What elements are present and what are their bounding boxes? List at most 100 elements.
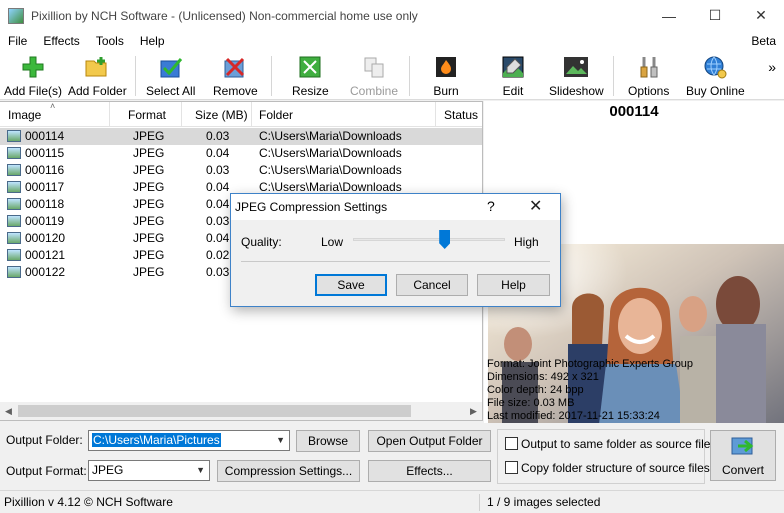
minimize-button[interactable]: — bbox=[646, 0, 692, 31]
file-list-header: Image ˄ Format Size (MB) Folder Status bbox=[0, 101, 482, 127]
image-file-icon bbox=[7, 249, 21, 261]
scroll-right-icon[interactable]: ▶ bbox=[465, 402, 482, 420]
toolbar: Add File(s) Add Folder Select All Remove… bbox=[0, 51, 784, 100]
add-folder-button[interactable]: Add Folder bbox=[68, 54, 127, 98]
column-header-status[interactable]: Status bbox=[436, 102, 482, 127]
buy-online-label: Buy Online bbox=[686, 84, 745, 98]
cell-image-name: 000116 bbox=[25, 163, 65, 177]
cell-size: 0.04 bbox=[206, 146, 230, 160]
resize-button[interactable]: Resize bbox=[292, 54, 329, 98]
cell-image-name: 000120 bbox=[25, 231, 66, 245]
help-button[interactable]: Help bbox=[477, 274, 550, 296]
close-button[interactable]: ✕ bbox=[738, 0, 784, 31]
edit-label: Edit bbox=[502, 84, 524, 98]
edit-button[interactable]: Edit bbox=[500, 54, 526, 98]
image-file-icon bbox=[7, 266, 21, 278]
cell-size: 0.03 bbox=[206, 163, 230, 177]
options-button[interactable]: Options bbox=[628, 54, 669, 98]
quality-low-label: Low bbox=[321, 235, 344, 249]
cell-size: 0.02 bbox=[206, 248, 230, 262]
cell-folder: C:\Users\Maria\Downloads bbox=[259, 129, 402, 143]
select-all-button[interactable]: Select All bbox=[146, 54, 195, 98]
burn-label: Burn bbox=[433, 84, 459, 98]
browse-button[interactable]: Browse bbox=[296, 430, 360, 452]
remove-label: Remove bbox=[213, 84, 258, 98]
cell-image-name: 000117 bbox=[25, 180, 65, 194]
slideshow-label: Slideshow bbox=[549, 84, 604, 98]
copy-structure-label[interactable]: Copy folder structure of source files bbox=[521, 461, 710, 475]
open-output-folder-button[interactable]: Open Output Folder bbox=[368, 430, 491, 452]
table-row[interactable]: 000114 JPEG 0.03 C:\Users\Maria\Downloads bbox=[0, 128, 482, 145]
same-folder-checkbox[interactable] bbox=[505, 437, 518, 450]
options-icon bbox=[636, 54, 662, 80]
info-file-size: File size: 0.03 MB bbox=[487, 397, 575, 409]
cell-image-name: 000122 bbox=[25, 265, 66, 279]
cancel-button[interactable]: Cancel bbox=[396, 274, 468, 296]
output-format-label: Output Format: bbox=[6, 464, 87, 478]
cell-size: 0.04 bbox=[206, 180, 230, 194]
image-file-icon bbox=[7, 181, 21, 193]
compression-settings-button[interactable]: Compression Settings... bbox=[217, 460, 360, 482]
toolbar-overflow-button[interactable]: » bbox=[768, 59, 776, 75]
menu-file[interactable]: File bbox=[0, 34, 35, 48]
remove-button[interactable]: Remove bbox=[213, 54, 258, 98]
scroll-left-icon[interactable]: ◀ bbox=[0, 402, 17, 420]
info-color-depth: Color depth: 24 bpp bbox=[487, 384, 584, 396]
buy-online-icon bbox=[702, 54, 728, 80]
resize-label: Resize bbox=[292, 84, 329, 98]
slideshow-button[interactable]: Slideshow bbox=[549, 54, 604, 98]
quality-slider-thumb[interactable] bbox=[439, 230, 451, 249]
copy-structure-checkbox[interactable] bbox=[505, 461, 518, 474]
maximize-button[interactable]: ☐ bbox=[692, 0, 738, 31]
same-folder-label[interactable]: Output to same folder as source files bbox=[521, 437, 716, 451]
dialog-close-icon[interactable]: ✕ bbox=[529, 196, 542, 216]
chevron-down-icon[interactable]: ▼ bbox=[196, 461, 205, 480]
output-folder-combo[interactable]: C:\Users\Maria\Pictures ▼ bbox=[88, 430, 290, 451]
cell-image-name: 000115 bbox=[25, 146, 65, 160]
convert-icon bbox=[730, 436, 756, 461]
save-button[interactable]: Save bbox=[315, 274, 387, 296]
effects-button[interactable]: Effects... bbox=[368, 460, 491, 482]
convert-label: Convert bbox=[721, 463, 765, 477]
dialog-help-icon[interactable]: ? bbox=[487, 198, 495, 214]
toolbar-separator bbox=[613, 56, 614, 96]
column-header-folder[interactable]: Folder bbox=[252, 102, 436, 127]
column-header-size[interactable]: Size (MB) bbox=[182, 102, 252, 127]
cell-size: 0.04 bbox=[206, 197, 230, 211]
combine-label: Combine bbox=[350, 84, 399, 98]
convert-button[interactable]: Convert bbox=[710, 430, 776, 481]
add-folder-label: Add Folder bbox=[68, 84, 127, 98]
preview-title: 000114 bbox=[609, 103, 659, 120]
quality-label: Quality: bbox=[241, 235, 282, 249]
column-header-image[interactable]: Image ˄ bbox=[0, 101, 110, 127]
window-title: Pixillion by NCH Software - (Unlicensed)… bbox=[31, 8, 418, 23]
dialog-title: JPEG Compression Settings bbox=[235, 200, 388, 214]
status-bar: Pixillion v 4.12 © NCH Software 1 / 9 im… bbox=[0, 490, 784, 513]
buy-online-button[interactable]: Buy Online bbox=[686, 54, 745, 98]
select-all-label: Select All bbox=[146, 84, 196, 98]
horizontal-scrollbar[interactable]: ◀ ▶ bbox=[0, 402, 482, 420]
menu-bar: File Effects Tools Help Beta bbox=[0, 31, 784, 51]
menu-effects[interactable]: Effects bbox=[35, 34, 87, 48]
add-files-button[interactable]: Add File(s) bbox=[4, 54, 62, 98]
menu-help[interactable]: Help bbox=[132, 34, 173, 48]
table-row[interactable]: 000116 JPEG 0.03 C:\Users\Maria\Downloads bbox=[0, 162, 482, 179]
column-image-label: Image bbox=[8, 108, 42, 122]
combine-button[interactable]: Combine bbox=[350, 54, 398, 98]
image-file-icon bbox=[7, 130, 21, 142]
jpeg-compression-dialog: JPEG Compression Settings ? ✕ Quality: L… bbox=[230, 193, 561, 307]
output-format-select[interactable]: JPEG ▼ bbox=[88, 460, 210, 481]
beta-label: Beta bbox=[751, 34, 776, 48]
table-row[interactable]: 000115 JPEG 0.04 C:\Users\Maria\Downloads bbox=[0, 145, 482, 162]
quality-slider[interactable] bbox=[353, 238, 505, 241]
chevron-down-icon[interactable]: ▼ bbox=[276, 431, 285, 450]
menu-tools[interactable]: Tools bbox=[88, 34, 132, 48]
edit-icon bbox=[500, 54, 526, 80]
cell-format: JPEG bbox=[133, 146, 165, 160]
title-bar: Pixillion by NCH Software - (Unlicensed)… bbox=[0, 0, 784, 31]
cell-folder: C:\Users\Maria\Downloads bbox=[259, 146, 402, 160]
cell-size: 0.04 bbox=[206, 231, 230, 245]
column-header-format[interactable]: Format bbox=[110, 102, 182, 127]
burn-button[interactable]: Burn bbox=[433, 54, 459, 98]
scrollbar-thumb[interactable] bbox=[18, 405, 411, 417]
